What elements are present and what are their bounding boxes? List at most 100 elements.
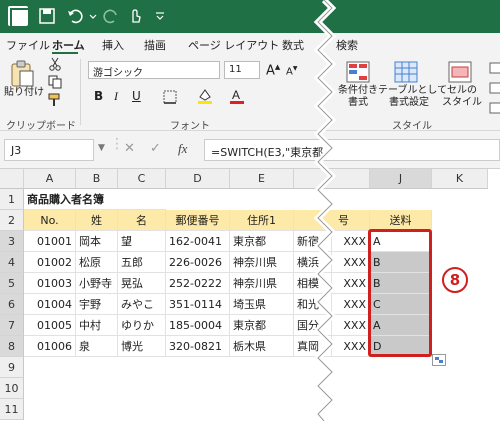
paste-icon[interactable] (8, 59, 36, 89)
confirm-entry-icon[interactable]: ✓ (150, 141, 161, 156)
cell-pref[interactable]: 東京都 (230, 315, 294, 336)
undo-icon[interactable] (66, 7, 84, 25)
name-box-dropdown-icon[interactable]: ▼ (98, 143, 105, 153)
insert-cells-icon[interactable] (488, 59, 500, 119)
column-header-j[interactable]: J (370, 169, 432, 189)
header-shipping[interactable]: 送料 (370, 210, 432, 231)
font-group-label: フォント (170, 121, 210, 132)
tab-draw[interactable]: 描画 (144, 37, 166, 53)
cell-sei[interactable]: 泉 (76, 336, 118, 357)
cut-icon[interactable] (48, 57, 62, 71)
copy-icon[interactable] (48, 75, 62, 89)
row-header-10[interactable]: 10 (0, 378, 24, 399)
cell-mei[interactable]: 五郎 (118, 252, 166, 273)
paste-button[interactable]: 貼り付け (4, 87, 44, 99)
cell-no[interactable]: 01005 (24, 315, 76, 336)
cell-mei[interactable]: みやこ (118, 294, 166, 315)
row-header-5[interactable]: 5 (0, 273, 24, 294)
format-painter-icon[interactable] (48, 93, 62, 107)
cell-styles-button[interactable]: セルの スタイル (440, 85, 484, 109)
cell-mei[interactable]: ゆりか (118, 315, 166, 336)
tab-page-layout[interactable]: ページ レイアウト (188, 37, 279, 53)
save-icon[interactable] (38, 7, 56, 25)
cell-mei[interactable]: 博光 (118, 336, 166, 357)
cell-no[interactable]: 01003 (24, 273, 76, 294)
formula-input[interactable]: =SWITCH(E3,"東京都 (204, 139, 500, 161)
header-address1[interactable]: 住所1 (230, 210, 294, 231)
font-color-icon[interactable]: A (228, 87, 246, 105)
cell-zip[interactable]: 185-0004 (166, 315, 230, 336)
cell-pref[interactable]: 栃木県 (230, 336, 294, 357)
conditional-format-icon[interactable] (344, 59, 372, 85)
cell-styles-icon[interactable] (446, 59, 474, 85)
cell-zip[interactable]: 351-0114 (166, 294, 230, 315)
increase-font-icon[interactable]: A▲ (266, 63, 280, 78)
sheet-title[interactable]: 商品購入者名簿 (24, 189, 166, 210)
column-header-e[interactable]: E (230, 169, 294, 189)
row-header-8[interactable]: 8 (0, 336, 24, 357)
decrease-font-icon[interactable]: A▼ (286, 65, 297, 77)
cell-mei[interactable]: 晃弘 (118, 273, 166, 294)
header-mei[interactable]: 名 (118, 210, 166, 231)
column-header-k[interactable]: K (432, 169, 488, 189)
column-header-a[interactable]: A (24, 169, 76, 189)
header-zip[interactable]: 郵便番号 (166, 210, 230, 231)
customize-toolbar-icon[interactable] (154, 7, 166, 25)
row-header-2[interactable]: 2 (0, 210, 24, 231)
cell-no[interactable]: 01006 (24, 336, 76, 357)
conditional-format-button[interactable]: 条件付き 書式 (334, 85, 382, 109)
cell-zip[interactable]: 320-0821 (166, 336, 230, 357)
cell-zip[interactable]: 226-0026 (166, 252, 230, 273)
column-header-c[interactable]: C (118, 169, 166, 189)
cancel-entry-icon[interactable]: ✕ (124, 141, 135, 156)
cell-pref[interactable]: 神奈川県 (230, 273, 294, 294)
svg-text:A: A (232, 88, 240, 102)
cell-pref[interactable]: 神奈川県 (230, 252, 294, 273)
select-all-corner[interactable] (0, 169, 24, 189)
cell-sei[interactable]: 宇野 (76, 294, 118, 315)
row-header-7[interactable]: 7 (0, 315, 24, 336)
tab-insert[interactable]: 挿入 (102, 37, 124, 53)
cell-sei[interactable]: 中村 (76, 315, 118, 336)
format-as-table-button[interactable]: テーブルとして 書式設定 (378, 85, 447, 109)
insert-function-button[interactable]: fx (178, 141, 187, 157)
row-header-11[interactable]: 11 (0, 399, 24, 420)
row-header-3[interactable]: 3 (0, 231, 24, 252)
cell-zip[interactable]: 162-0041 (166, 231, 230, 252)
row-header-9[interactable]: 9 (0, 357, 24, 378)
active-tab-indicator (52, 52, 78, 54)
tab-home[interactable]: ホーム (52, 37, 85, 53)
bold-button[interactable]: B (94, 89, 103, 103)
fill-color-icon[interactable] (196, 87, 214, 105)
cell-no[interactable]: 01004 (24, 294, 76, 315)
header-sei[interactable]: 姓 (76, 210, 118, 231)
font-size-dropdown[interactable]: 11 (224, 61, 260, 79)
column-header-b[interactable]: B (76, 169, 118, 189)
header-no[interactable]: No. (24, 210, 76, 231)
row-header-1[interactable]: 1 (0, 189, 24, 210)
row-header-6[interactable]: 6 (0, 294, 24, 315)
italic-button[interactable]: I (114, 89, 118, 104)
font-name-dropdown[interactable]: 游ゴシック (88, 61, 220, 79)
cell-no[interactable]: 01001 (24, 231, 76, 252)
redo-icon[interactable] (102, 7, 120, 25)
borders-icon[interactable] (162, 89, 178, 105)
name-box[interactable]: J3 (4, 139, 94, 161)
column-header-d[interactable]: D (166, 169, 230, 189)
touch-mode-icon[interactable] (126, 7, 144, 25)
cell-sei[interactable]: 松原 (76, 252, 118, 273)
cell-pref[interactable]: 埼玉県 (230, 294, 294, 315)
cell-mei[interactable]: 望 (118, 231, 166, 252)
underline-button[interactable]: U (132, 89, 141, 103)
cell-no[interactable]: 01002 (24, 252, 76, 273)
format-as-table-icon[interactable] (392, 59, 420, 85)
tab-file[interactable]: ファイル (6, 37, 50, 53)
cell-sei[interactable]: 岡本 (76, 231, 118, 252)
cell-sei[interactable]: 小野寺 (76, 273, 118, 294)
cell-pref[interactable]: 東京都 (230, 231, 294, 252)
cell-zip[interactable]: 252-0222 (166, 273, 230, 294)
quick-analysis-icon[interactable] (432, 354, 446, 366)
undo-dropdown-icon[interactable] (88, 7, 98, 25)
tab-formulas[interactable]: 数式 (282, 37, 304, 53)
row-header-4[interactable]: 4 (0, 252, 24, 273)
